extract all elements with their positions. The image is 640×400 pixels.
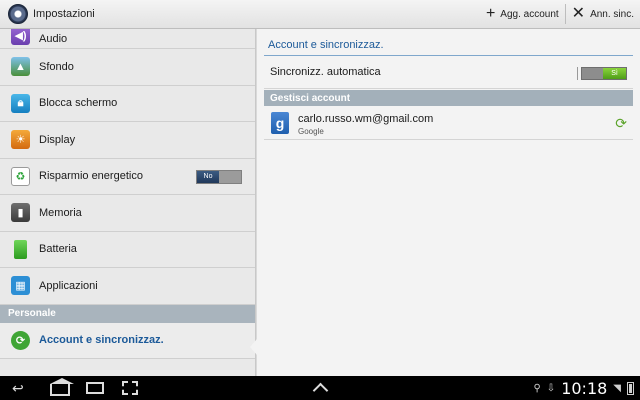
account-email: carlo.russo.wm@gmail.com bbox=[298, 113, 434, 125]
lock-icon: 🔒︎ bbox=[11, 93, 30, 113]
screenshot-icon[interactable] bbox=[122, 381, 138, 395]
settings-list: ◀) Audio ▲ Sfondo 🔒︎ Blocca schermo ☀ Di… bbox=[0, 29, 256, 376]
toggle-state-label: Sì bbox=[603, 68, 626, 79]
sync-status-icon: ⟳ bbox=[615, 115, 627, 131]
power-saving-toggle[interactable]: No bbox=[196, 169, 242, 184]
sidebar-item-applicazioni[interactable]: ▦ Applicazioni bbox=[0, 268, 255, 305]
sidebar-item-label: Sfondo bbox=[39, 60, 74, 73]
sidebar-item-display[interactable]: ☀ Display bbox=[0, 122, 255, 159]
battery-status-icon bbox=[627, 381, 634, 395]
detail-panel: Account e sincronizzaz. Sincronizz. auto… bbox=[257, 29, 640, 376]
sidebar-item-label: Blocca schermo bbox=[39, 97, 118, 110]
sidebar-item-memoria[interactable]: ▮ Memoria bbox=[0, 195, 255, 232]
app-title: Impostazioni bbox=[33, 8, 95, 20]
account-row-google[interactable]: g carlo.russo.wm@gmail.com Google ⟳ bbox=[264, 107, 633, 140]
sidebar-item-label: Risparmio energetico bbox=[39, 170, 143, 183]
cancel-sync-label: Ann. sinc. bbox=[590, 8, 634, 20]
sidebar-item-account-sync[interactable]: ⟳ Account e sincronizzaz. bbox=[0, 322, 255, 359]
download-icon: ⇩ bbox=[546, 382, 556, 394]
sidebar-item-audio[interactable]: ◀) Audio bbox=[0, 29, 255, 49]
auto-sync-label: Sincronizz. automatica bbox=[270, 66, 381, 78]
sidebar-item-risparmio-energetico[interactable]: ♻ Risparmio energetico No bbox=[0, 159, 255, 195]
section-header-gestisci-account: Gestisci account bbox=[264, 90, 633, 106]
sidebar-item-label: Display bbox=[39, 133, 76, 146]
toggle-divider bbox=[577, 67, 578, 80]
page-title: Account e sincronizzaz. bbox=[268, 39, 384, 51]
memory-card-icon: ▮ bbox=[11, 203, 30, 223]
battery-icon bbox=[14, 239, 27, 259]
recent-apps-icon[interactable] bbox=[86, 382, 104, 394]
recycle-icon: ♻ bbox=[11, 166, 30, 186]
wifi-icon: ◥ bbox=[613, 382, 621, 394]
account-type: Google bbox=[298, 127, 324, 136]
sidebar-item-label: Applicazioni bbox=[39, 279, 98, 292]
google-icon: g bbox=[271, 112, 289, 134]
auto-sync-row[interactable]: Sincronizz. automatica Sì bbox=[264, 56, 633, 89]
section-header-personale: Personale bbox=[0, 304, 255, 323]
system-bar: ↩ ⚲ ⇩ 10:18 ◥ bbox=[0, 376, 640, 400]
auto-sync-toggle[interactable]: Sì bbox=[577, 67, 627, 80]
brightness-icon: ☀ bbox=[11, 130, 30, 150]
back-icon[interactable]: ↩ bbox=[12, 379, 24, 397]
sidebar-item-label: Audio bbox=[39, 32, 68, 45]
sync-icon: ⟳ bbox=[11, 330, 30, 350]
sidebar-item-label: Batteria bbox=[39, 243, 77, 256]
settings-gear-icon[interactable] bbox=[8, 4, 28, 24]
selection-pointer bbox=[250, 339, 257, 355]
apps-grid-icon: ▦ bbox=[11, 276, 30, 296]
sidebar-item-batteria[interactable]: Batteria bbox=[0, 232, 255, 268]
plus-icon: + bbox=[485, 5, 496, 22]
status-area: ⚲ ⇩ 10:18 ◥ bbox=[533, 376, 634, 400]
chevron-up-icon[interactable] bbox=[313, 382, 327, 396]
usb-icon: ⚲ bbox=[533, 382, 541, 394]
cancel-sync-button[interactable]: ✕ Ann. sinc. bbox=[566, 0, 640, 29]
sidebar-item-label: Account e sincronizzaz. bbox=[39, 334, 164, 347]
action-bar: Impostazioni + Agg. account ✕ Ann. sinc. bbox=[0, 0, 640, 29]
sidebar-item-sfondo[interactable]: ▲ Sfondo bbox=[0, 49, 255, 86]
sidebar-item-blocca-schermo[interactable]: 🔒︎ Blocca schermo bbox=[0, 86, 255, 122]
sidebar-item-label: Memoria bbox=[39, 206, 82, 219]
close-icon: ✕ bbox=[571, 5, 586, 22]
home-icon[interactable] bbox=[50, 378, 74, 396]
volume-icon: ◀) bbox=[11, 29, 30, 45]
wallpaper-icon: ▲ bbox=[11, 57, 30, 77]
clock: 10:18 bbox=[561, 378, 608, 398]
add-account-button[interactable]: + Agg. account bbox=[480, 0, 565, 29]
toggle-state-label: No bbox=[197, 170, 219, 183]
add-account-label: Agg. account bbox=[500, 8, 559, 20]
